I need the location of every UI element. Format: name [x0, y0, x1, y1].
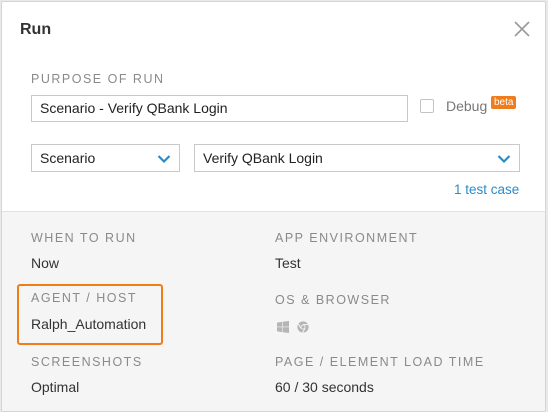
app-environment-label: APP ENVIRONMENT	[275, 231, 419, 245]
chrome-icon	[297, 321, 309, 333]
purpose-input[interactable]: Scenario - Verify QBank Login	[31, 95, 408, 122]
test-case-link[interactable]: 1 test case	[454, 182, 519, 197]
chevron-down-icon	[497, 155, 511, 164]
run-type-select[interactable]: Scenario	[31, 144, 180, 172]
load-time-label: PAGE / ELEMENT LOAD TIME	[275, 355, 485, 369]
run-target-select[interactable]: Verify QBank Login	[194, 144, 520, 172]
screenshots-label: SCREENSHOTS	[31, 355, 143, 369]
screenshots-value[interactable]: Optimal	[31, 379, 79, 395]
debug-label: Debug	[446, 98, 488, 114]
os-browser-label: OS & BROWSER	[275, 293, 391, 307]
run-target-value: Verify QBank Login	[203, 150, 323, 166]
app-environment-value[interactable]: Test	[275, 255, 301, 271]
run-dialog: Run PURPOSE OF RUN Scenario - Verify QBa…	[1, 1, 546, 412]
dialog-title: Run	[20, 21, 52, 38]
windows-icon	[277, 321, 289, 333]
close-icon[interactable]	[512, 19, 532, 39]
when-to-run-value[interactable]: Now	[31, 255, 59, 271]
chevron-down-icon	[157, 155, 171, 164]
debug-checkbox[interactable]	[420, 99, 434, 113]
agent-host-highlight	[17, 284, 163, 345]
load-time-value[interactable]: 60 / 30 seconds	[275, 379, 374, 395]
when-to-run-label: WHEN TO RUN	[31, 231, 137, 245]
purpose-label: PURPOSE OF RUN	[31, 72, 165, 86]
beta-badge: beta	[491, 96, 517, 109]
run-type-value: Scenario	[40, 150, 96, 166]
